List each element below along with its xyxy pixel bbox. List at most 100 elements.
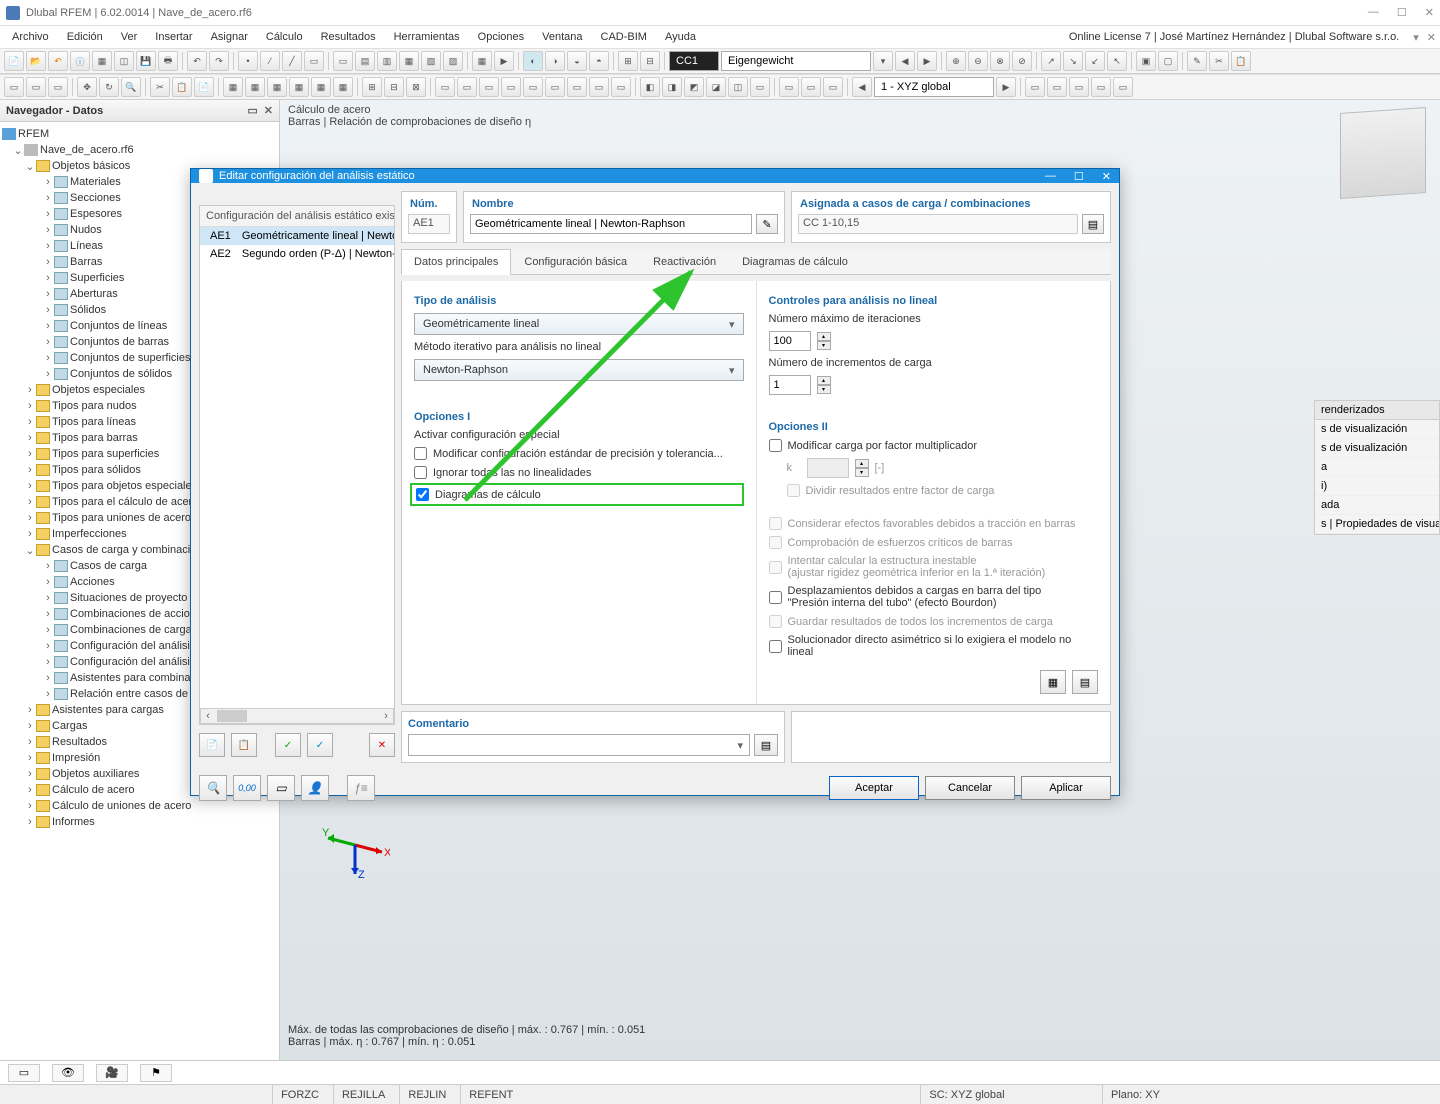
incr-down-icon[interactable]: ▾: [817, 385, 831, 394]
tb-ax2-icon[interactable]: ↘: [1063, 51, 1083, 71]
tb2-x3-icon[interactable]: ▭: [1069, 77, 1089, 97]
tab-config-basica[interactable]: Configuración básica: [511, 249, 640, 274]
float-row[interactable]: s | Propiedades de visual...: [1315, 515, 1439, 534]
combo-metodo[interactable]: Newton-Raphson▾: [414, 359, 744, 381]
chk-bourdon[interactable]: Desplazamientos debidos a cargas en barr…: [769, 585, 1099, 609]
tb2-a-icon[interactable]: ▭: [4, 77, 24, 97]
menu-herramientas[interactable]: Herramientas: [386, 29, 468, 45]
ok-button[interactable]: Aceptar: [829, 776, 919, 800]
chk-precision[interactable]: Modificar configuración estándar de prec…: [414, 447, 744, 460]
tb-sn1-icon[interactable]: ▣: [1136, 51, 1156, 71]
dlg-units-icon[interactable]: 0,00: [233, 775, 261, 801]
float-row[interactable]: a: [1315, 458, 1439, 477]
menu-cadbim[interactable]: CAD-BIM: [593, 29, 655, 45]
tb-cube-icon[interactable]: ◫: [114, 51, 134, 71]
tb-grid-icon[interactable]: ▦: [92, 51, 112, 71]
tb2-v5-icon[interactable]: ▭: [523, 77, 543, 97]
tb-open-icon[interactable]: 📂: [26, 51, 46, 71]
nav-close-icon[interactable]: ✕: [264, 104, 273, 117]
tb2-pn-icon[interactable]: ▶: [996, 77, 1016, 97]
tb-ax3-icon[interactable]: ↙: [1085, 51, 1105, 71]
float-row[interactable]: ada: [1315, 496, 1439, 515]
tb-res4-icon[interactable]: ◓: [589, 51, 609, 71]
tb-undo-icon[interactable]: ↶: [187, 51, 207, 71]
tb-view6-icon[interactable]: ▨: [443, 51, 463, 71]
dlg-person-icon[interactable]: 👤: [301, 775, 329, 801]
tb-res2-icon[interactable]: ◑: [545, 51, 565, 71]
menu-ventana[interactable]: Ventana: [534, 29, 590, 45]
spin-incr[interactable]: ▴▾: [769, 375, 1099, 395]
tb-o1-icon[interactable]: ⊕: [946, 51, 966, 71]
dialog-config-list[interactable]: Configuración del análisis estático exis…: [199, 205, 395, 725]
tb2-v6-icon[interactable]: ▭: [545, 77, 565, 97]
tb2-c-icon[interactable]: ▭: [48, 77, 68, 97]
name-input[interactable]: [470, 214, 752, 234]
tb-e3-icon[interactable]: 📋: [1231, 51, 1251, 71]
tb2-x2-icon[interactable]: ▭: [1047, 77, 1067, 97]
bb-eye-icon[interactable]: 👁: [52, 1064, 84, 1082]
list-scrollbar[interactable]: ‹›: [200, 708, 394, 724]
tb-e2-icon[interactable]: ✂: [1209, 51, 1229, 71]
chk-asimetrico[interactable]: Solucionador directo asimétrico si lo ex…: [769, 634, 1099, 658]
menu-asignar[interactable]: Asignar: [203, 29, 256, 45]
tb2-v7-icon[interactable]: ▭: [567, 77, 587, 97]
tb-view1-icon[interactable]: ▭: [333, 51, 353, 71]
tb-misc1-icon[interactable]: ⊞: [618, 51, 638, 71]
menu-expand-icon[interactable]: ▾: [1413, 31, 1419, 44]
tb-e1-icon[interactable]: ✎: [1187, 51, 1207, 71]
name-edit-icon[interactable]: ✎: [756, 214, 778, 234]
tb2-m1-icon[interactable]: ▦: [223, 77, 243, 97]
dialog-title-bar[interactable]: Editar configuración del análisis estáti…: [191, 169, 1119, 183]
tb2-x4-icon[interactable]: ▭: [1091, 77, 1111, 97]
float-row[interactable]: i): [1315, 477, 1439, 496]
menu-resultados[interactable]: Resultados: [313, 29, 384, 45]
tb-loadcase-combo[interactable]: Eigengewicht: [721, 51, 871, 71]
tb-new-icon[interactable]: 📄: [4, 51, 24, 71]
tb2-v9-icon[interactable]: ▭: [611, 77, 631, 97]
tb2-v4-icon[interactable]: ▭: [501, 77, 521, 97]
window-minimize[interactable]: —: [1368, 6, 1379, 19]
tb2-r2-icon[interactable]: ▭: [801, 77, 821, 97]
list-chk2-icon[interactable]: ✓: [307, 733, 333, 757]
tb-calc-icon[interactable]: ▦: [472, 51, 492, 71]
tb2-p3-icon[interactable]: ◩: [684, 77, 704, 97]
combo-tipo-analisis[interactable]: Geométricamente lineal▾: [414, 313, 744, 335]
tb2-pan-icon[interactable]: ✥: [77, 77, 97, 97]
menu-ayuda[interactable]: Ayuda: [657, 29, 704, 45]
tb-ax4-icon[interactable]: ↖: [1107, 51, 1127, 71]
chk-ignorar[interactable]: Ignorar todas las no linealidades: [414, 466, 744, 479]
tb-print-icon[interactable]: 🖶: [158, 51, 178, 71]
tb-res1-icon[interactable]: ◐: [523, 51, 543, 71]
opt-btn1-icon[interactable]: ▦: [1040, 670, 1066, 694]
tb2-p1-icon[interactable]: ◧: [640, 77, 660, 97]
tb-misc2-icon[interactable]: ⊟: [640, 51, 660, 71]
bb-panel-icon[interactable]: ▭: [8, 1064, 40, 1082]
float-row[interactable]: s de visualización: [1315, 420, 1439, 439]
tab-datos-principales[interactable]: Datos principales: [401, 249, 511, 275]
nav-float-icon[interactable]: ▭: [247, 104, 257, 117]
list-new-icon[interactable]: 📄: [199, 733, 225, 757]
tb-back-icon[interactable]: ↶: [48, 51, 68, 71]
tab-diagramas[interactable]: Diagramas de cálculo: [729, 249, 861, 274]
apply-button[interactable]: Aplicar: [1021, 776, 1111, 800]
tb-member-icon[interactable]: ╱: [282, 51, 302, 71]
incr-up-icon[interactable]: ▴: [817, 376, 831, 385]
tb-redo-icon[interactable]: ↷: [209, 51, 229, 71]
spin-iter[interactable]: ▴▾: [769, 331, 1099, 351]
tb2-x5-icon[interactable]: ▭: [1113, 77, 1133, 97]
dialog-minimize-icon[interactable]: —: [1045, 170, 1056, 183]
mdi-close-icon[interactable]: ✕: [1427, 31, 1436, 44]
list-chk1-icon[interactable]: ✓: [275, 733, 301, 757]
tb2-view-combo[interactable]: 1 - XYZ global: [874, 77, 994, 97]
tb-sn2-icon[interactable]: ▢: [1158, 51, 1178, 71]
tb2-x1-icon[interactable]: ▭: [1025, 77, 1045, 97]
tb-surf-icon[interactable]: ▭: [304, 51, 324, 71]
list-delete-icon[interactable]: ✕: [369, 733, 395, 757]
tb-save-icon[interactable]: 💾: [136, 51, 156, 71]
dialog-close-icon[interactable]: ✕: [1102, 170, 1111, 183]
comment-combo[interactable]: ▾: [408, 734, 750, 756]
tb2-p2-icon[interactable]: ◨: [662, 77, 682, 97]
opt-btn2-icon[interactable]: ▤: [1072, 670, 1098, 694]
tb2-p6-icon[interactable]: ▭: [750, 77, 770, 97]
tb-view3-icon[interactable]: ▥: [377, 51, 397, 71]
